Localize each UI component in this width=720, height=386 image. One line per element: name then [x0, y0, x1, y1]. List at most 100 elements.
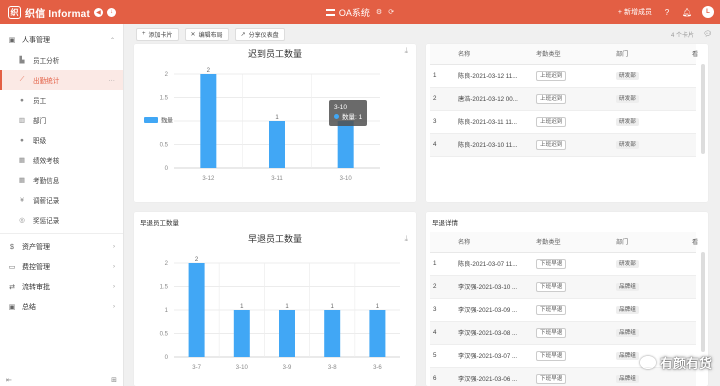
medal-icon: ◎	[19, 217, 25, 224]
data-label: 1	[275, 115, 279, 121]
sidebar-item-reward[interactable]: ◎ 奖惩记录	[0, 210, 123, 230]
app-sync-icon[interactable]: ⟳	[388, 8, 394, 16]
edit-layout-button[interactable]: ✕ 编辑布局	[184, 27, 229, 41]
table-row[interactable]: 4 李汉强-2021-03-08 ... 下班早退 品牌组	[430, 321, 696, 345]
announce-icon[interactable]: ◀	[93, 7, 103, 17]
bell-icon[interactable]: 🔔︎	[682, 8, 692, 17]
x-tick-label: 3-7	[192, 365, 201, 371]
bar	[369, 310, 386, 357]
bar	[200, 74, 217, 168]
app-title-area[interactable]: OA系统 ⚙ ⟳	[325, 6, 394, 19]
sidebar-item-attendance-info[interactable]: ▦ 考勤信息	[0, 170, 123, 190]
brand[interactable]: 织 织信 Informat ◀ ↓	[0, 5, 140, 20]
x-tick-label: 3-6	[373, 365, 382, 371]
summary-icon: ▣	[8, 304, 16, 311]
dept-badge: 研发部	[616, 259, 639, 268]
table-row[interactable]: 1 陈良-2021-03-12 11... 上班迟到 研发部	[430, 64, 696, 88]
more-icon[interactable]: ···	[108, 77, 115, 84]
status-badge: 下班早退	[536, 304, 567, 315]
level-icon: ●	[20, 136, 24, 144]
bar	[233, 310, 250, 357]
col-type[interactable]: 考勤类型	[533, 232, 613, 253]
table-row[interactable]: 3 李汉强-2021-03-09 ... 下班早退 品牌组	[430, 298, 696, 322]
y-tick-label: 2	[165, 261, 169, 267]
app-title: OA系统	[338, 7, 370, 18]
early-bar-chart: 0 0.5 1 1.5 2 2 3-7 1 3-10 1 3-9 1 3-8 1 3-6	[160, 257, 400, 371]
dashboard-toolbar: + 添加卡片 ✕ 编辑布局 ↗ 分享仪表盘 4 个卡片 💬︎	[124, 24, 720, 44]
scrollbar[interactable]	[701, 64, 705, 154]
col-more[interactable]: 看	[689, 232, 698, 253]
col-dept[interactable]: 部门	[613, 232, 689, 253]
card-label: 早退详情	[432, 220, 458, 227]
user-icon: ●	[20, 96, 24, 104]
col-type[interactable]: 考勤类型	[533, 44, 613, 65]
x-tick-label: 3-8	[328, 365, 337, 371]
table-row[interactable]: 2 李汉强-2021-03-10 ... 下班早退 品牌组	[430, 275, 696, 299]
sidebar-group-label: 资产管理	[22, 244, 50, 251]
tooltip-value: 数量: 1	[334, 113, 362, 123]
sidebar-group-label: 费控管理	[22, 264, 50, 271]
wechat-icon	[639, 356, 656, 369]
sidebar-item-attendance-stats[interactable]: ⟋ 出勤统计 ···	[0, 70, 123, 90]
series-dot	[334, 114, 339, 119]
table-icon: ▦	[18, 177, 26, 184]
col-name[interactable]: 名称	[455, 232, 533, 253]
yen-icon: ¥	[20, 196, 24, 204]
chevron-right-icon: ›	[113, 284, 115, 290]
data-label: 1	[240, 304, 244, 310]
sidebar-group-assets[interactable]: $ 资产管理 ›	[0, 237, 123, 257]
sidebar-item-employee-analysis[interactable]: ▙ 员工分析	[0, 50, 123, 70]
sidebar-item-rank[interactable]: ● 职级	[0, 130, 123, 150]
sidebar-item-salary[interactable]: ¥ 调薪记录	[0, 190, 123, 210]
dept-badge: 品牌组	[616, 305, 639, 314]
share-dashboard-button[interactable]: ↗ 分享仪表盘	[234, 27, 285, 41]
table-row[interactable]: 2 唐浩-2021-03-12 00... 上班迟到 研发部	[430, 87, 696, 111]
table-row[interactable]: 4 陈良-2021-03-10 11... 上班迟到 研发部	[430, 133, 696, 157]
new-member-label: 新增成员	[624, 9, 652, 16]
sidebar-group-expense[interactable]: ▭ 费控管理 ›	[0, 257, 123, 277]
chevron-right-icon: ›	[113, 304, 115, 310]
expand-icon[interactable]: ⊞	[111, 376, 117, 384]
chevron-right-icon: ›	[113, 264, 115, 270]
data-label: 1	[376, 304, 380, 310]
add-card-button[interactable]: + 添加卡片	[136, 27, 179, 41]
col-dept[interactable]: 部门	[613, 44, 689, 65]
col-more[interactable]: 看	[689, 44, 698, 65]
dept-badge: 品牌组	[616, 374, 639, 383]
sidebar-group-summary[interactable]: ▣ 总结 ›	[0, 297, 123, 317]
avatar[interactable]: L	[702, 6, 714, 18]
new-member-button[interactable]: + 新增成员	[618, 7, 652, 17]
legend-swatch	[144, 117, 158, 123]
app-settings-icon[interactable]: ⚙	[376, 8, 382, 16]
sidebar-group-hr[interactable]: ▣ 人事管理 ⌃	[0, 30, 123, 50]
file-icon: ▭	[8, 264, 16, 271]
edit-layout-label: 编辑布局	[198, 32, 223, 39]
table-header-row: 名称 考勤类型 部门 看	[430, 232, 698, 253]
status-badge: 下班早退	[536, 258, 567, 269]
sidebar-item-performance[interactable]: ▦ 绩效考核	[0, 150, 123, 170]
sidebar-group-label: 流转审批	[22, 284, 50, 291]
sidebar-item-employee[interactable]: ● 员工	[0, 90, 123, 110]
sidebar-item-department[interactable]: ▥ 部门	[0, 110, 123, 130]
collapse-sidebar-icon[interactable]: ⇤	[6, 376, 12, 384]
col-name[interactable]: 名称	[455, 44, 533, 65]
chevron-up-icon: ⌃	[109, 37, 115, 44]
sidebar-item-label: 考勤信息	[33, 178, 60, 185]
bar	[188, 263, 205, 357]
y-tick-label: 1.5	[160, 285, 169, 291]
table-row[interactable]: 1 陈良-2021-03-07 11... 下班早退 研发部	[430, 252, 696, 276]
comment-icon[interactable]: 💬︎	[703, 30, 712, 38]
sidebar-group-approval[interactable]: ⇄ 流转审批 ›	[0, 277, 123, 297]
chart-tooltip: 3-10 数量: 1	[329, 100, 368, 126]
status-badge: 上班迟到	[536, 116, 567, 127]
status-badge: 下班早退	[536, 281, 567, 292]
status-badge: 上班迟到	[536, 139, 567, 150]
scrollbar[interactable]	[701, 252, 705, 352]
sidebar-item-label: 部门	[33, 118, 47, 125]
x-tick-label: 3-10	[340, 176, 353, 182]
download-app-icon[interactable]: ↓	[106, 7, 116, 17]
table-row[interactable]: 3 陈良-2021-03-11 11... 上班迟到 研发部	[430, 110, 696, 134]
sidebar-item-label: 绩效考核	[33, 158, 60, 165]
sidebar-group-label: 人事管理	[22, 37, 50, 44]
help-icon[interactable]: ?	[662, 8, 672, 17]
